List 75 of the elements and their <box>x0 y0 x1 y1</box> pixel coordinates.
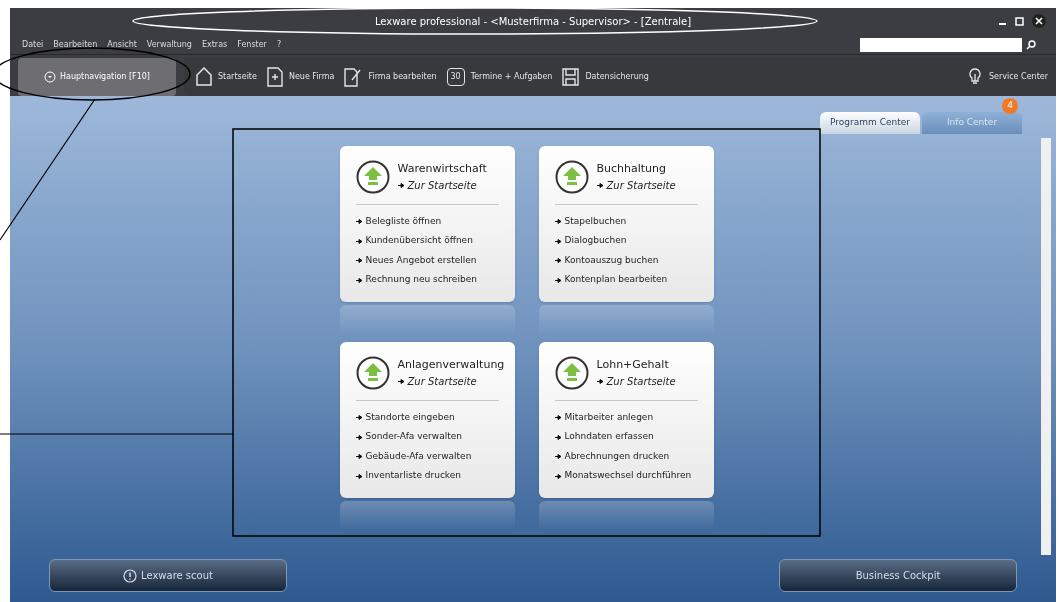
home-link[interactable]: Zur Startseite <box>397 373 505 389</box>
arrow-bullet-icon <box>554 454 561 459</box>
window-title: Lexware professional - <Musterfirma - Supervisor> - [Zentrale] <box>374 15 692 29</box>
toolbar-button[interactable]: Firma bearbeiten <box>344 67 437 87</box>
edit-document-icon <box>344 67 363 87</box>
maximize-icon[interactable] <box>1015 16 1024 26</box>
bottom-button[interactable]: Business Cockpit <box>779 559 1017 592</box>
menu-item[interactable]: Datei <box>22 38 44 51</box>
search-icon[interactable] <box>1026 39 1036 50</box>
arrow-bullet-icon <box>355 219 362 224</box>
toolbar-button[interactable]: Datensicherung <box>562 68 649 86</box>
action-link[interactable]: Standorte eingeben <box>355 410 499 425</box>
arrow-bullet-icon <box>355 454 362 459</box>
main-navigation-button[interactable]: Hauptnavigation [F10] <box>18 58 176 96</box>
action-link[interactable]: Dialogbuchen <box>554 234 698 248</box>
exclamation-circle-icon <box>123 568 138 583</box>
tab[interactable]: Programm Center <box>820 111 920 134</box>
action-link[interactable]: Kundenübersicht öffnen <box>355 234 499 248</box>
module-title: Lohn+Gehalt <box>596 357 670 373</box>
arrow-bullet-icon <box>355 473 362 479</box>
house-icon <box>196 67 212 87</box>
action-link[interactable]: Rechnung neu schreiben <box>355 273 499 287</box>
notification-badge: 4 <box>1002 98 1018 114</box>
menu-item[interactable]: Verwaltung <box>146 38 192 51</box>
arrow-bullet-icon <box>554 277 561 283</box>
action-link[interactable]: Inventarliste drucken <box>355 469 499 483</box>
action-link[interactable]: Stapelbuchen <box>554 214 698 229</box>
module-title: Anlagenverwaltung <box>397 357 505 373</box>
menu-item[interactable]: ? <box>276 38 282 51</box>
arrow-bullet-icon <box>554 415 561 420</box>
arrow-bullet-icon <box>397 378 404 384</box>
arrow-bullet-icon <box>355 277 362 283</box>
bottom-button[interactable]: Lexware scout <box>49 559 287 592</box>
arrow-bullet-icon <box>596 182 603 188</box>
arrow-bullet-icon <box>355 434 362 440</box>
action-link[interactable]: Abrechnungen drucken <box>554 449 698 464</box>
action-link[interactable]: Neues Angebot erstellen <box>355 253 499 268</box>
calendar-icon: 30 <box>446 68 465 86</box>
new-document-icon <box>266 67 283 87</box>
module-title: Buchhaltung <box>596 161 668 177</box>
arrow-bullet-icon <box>554 238 561 244</box>
toolbar-button[interactable]: 30 Termine + Aufgaben <box>446 68 553 86</box>
arrow-bullet-icon <box>596 378 603 384</box>
action-link[interactable]: Lohndaten erfassen <box>554 430 698 444</box>
arrow-bullet-icon <box>554 473 561 479</box>
action-link[interactable]: Gebäude-Afa verwalten <box>355 449 499 464</box>
arrow-bullet-icon <box>554 219 561 224</box>
arrow-bullet-icon <box>355 415 362 420</box>
arrow-bullet-icon <box>397 182 404 188</box>
arrow-bullet-icon <box>554 258 561 263</box>
arrow-bullet-icon <box>355 258 362 263</box>
close-icon[interactable] <box>1032 14 1046 28</box>
action-link[interactable]: Monatswechsel durchführen <box>554 469 698 483</box>
home-link[interactable]: Zur Startseite <box>596 373 676 389</box>
toolbar-button[interactable]: Startseite <box>196 67 257 87</box>
action-link[interactable]: Sonder-Afa verwalten <box>355 430 499 444</box>
action-link[interactable]: Belegliste öffnen <box>355 214 499 229</box>
menu-item[interactable]: Bearbeiten <box>53 38 98 51</box>
menu-item[interactable]: Fenster <box>237 38 267 51</box>
search-field[interactable] <box>860 37 1022 52</box>
home-link[interactable]: Zur Startseite <box>397 177 487 193</box>
action-link[interactable]: Kontoauszug buchen <box>554 253 698 268</box>
module-title: Warenwirtschaft <box>397 161 487 177</box>
action-link[interactable]: Mitarbeiter anlegen <box>554 410 698 425</box>
scrollbar[interactable] <box>1041 137 1051 555</box>
menu-item[interactable]: Extras <box>201 38 228 51</box>
arrow-bullet-icon <box>355 238 362 244</box>
light-bulb-icon <box>968 68 981 86</box>
arrow-bullet-icon <box>554 434 561 440</box>
toolbar-button[interactable]: Neue Firma <box>266 67 335 87</box>
home-link[interactable]: Zur Startseite <box>596 177 676 193</box>
menu-item[interactable]: Ansicht <box>107 38 137 51</box>
action-link[interactable]: Kontenplan bearbeiten <box>554 273 698 287</box>
dropdown-circle-icon <box>44 71 56 83</box>
service-center-button[interactable]: Service Center <box>968 68 1048 86</box>
